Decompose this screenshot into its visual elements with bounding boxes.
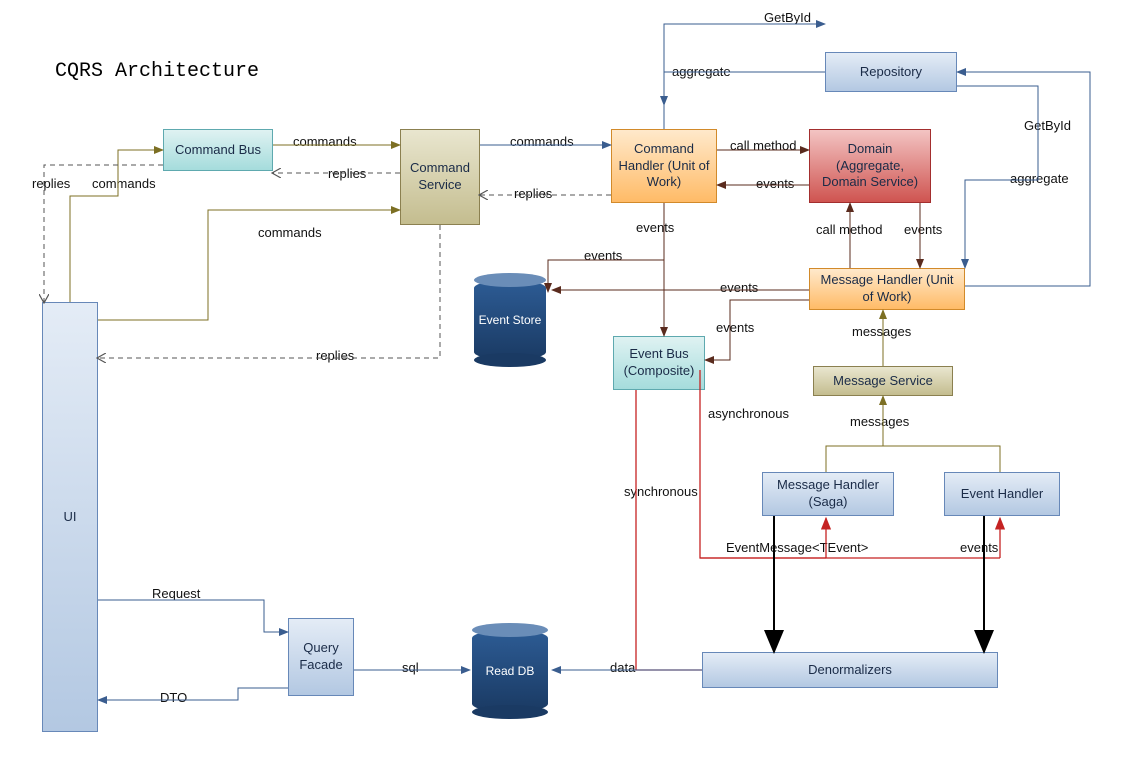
edge-label: events <box>584 248 622 263</box>
node-domain: Domain (Aggregate, Domain Service) <box>809 129 931 203</box>
edge-label: events <box>720 280 758 295</box>
node-read-db: Read DB <box>472 630 548 712</box>
node-event-bus: Event Bus (Composite) <box>613 336 705 390</box>
node-message-service: Message Service <box>813 366 953 396</box>
node-command-handler: Command Handler (Unit of Work) <box>611 129 717 203</box>
edge-label: GetById <box>764 10 811 25</box>
diagram-title: CQRS Architecture <box>55 60 259 83</box>
edge-label: EventMessage<TEvent> <box>726 540 868 555</box>
node-command-service: Command Service <box>400 129 480 225</box>
edge-label: aggregate <box>672 64 731 79</box>
edge-label: call method <box>816 222 882 237</box>
node-command-bus: Command Bus <box>163 129 273 171</box>
node-message-handler-saga: Message Handler (Saga) <box>762 472 894 516</box>
node-event-store: Event Store <box>474 280 546 360</box>
edge-label: messages <box>850 414 909 429</box>
edge-label: sql <box>402 660 419 675</box>
event-store-label: Event Store <box>479 313 542 327</box>
edge-label: data <box>610 660 635 675</box>
node-denormalizers: Denormalizers <box>702 652 998 688</box>
edge-label: replies <box>32 176 70 191</box>
edge-label: replies <box>328 166 366 181</box>
read-db-label: Read DB <box>486 664 535 678</box>
edge-label: synchronous <box>624 484 698 499</box>
node-message-handler-uow: Message Handler (Unit of Work) <box>809 268 965 310</box>
edge-label: commands <box>293 134 357 149</box>
edge-label: replies <box>514 186 552 201</box>
edge-label: events <box>636 220 674 235</box>
edge-label: events <box>960 540 998 555</box>
edge-label: asynchronous <box>708 406 789 421</box>
edge-label: events <box>756 176 794 191</box>
edge-label: call method <box>730 138 796 153</box>
node-event-handler: Event Handler <box>944 472 1060 516</box>
node-query-facade: Query Facade <box>288 618 354 696</box>
edge-label: commands <box>92 176 156 191</box>
edge-label: events <box>716 320 754 335</box>
edge-label: commands <box>510 134 574 149</box>
edge-label: commands <box>258 225 322 240</box>
edge-label: replies <box>316 348 354 363</box>
edge-label: aggregate <box>1010 171 1069 186</box>
edge-label: DTO <box>160 690 187 705</box>
edge-label: GetById <box>1024 118 1071 133</box>
edge-label: Request <box>152 586 200 601</box>
node-repository: Repository <box>825 52 957 92</box>
node-ui: UI <box>42 302 98 732</box>
edge-label: events <box>904 222 942 237</box>
edge-label: messages <box>852 324 911 339</box>
